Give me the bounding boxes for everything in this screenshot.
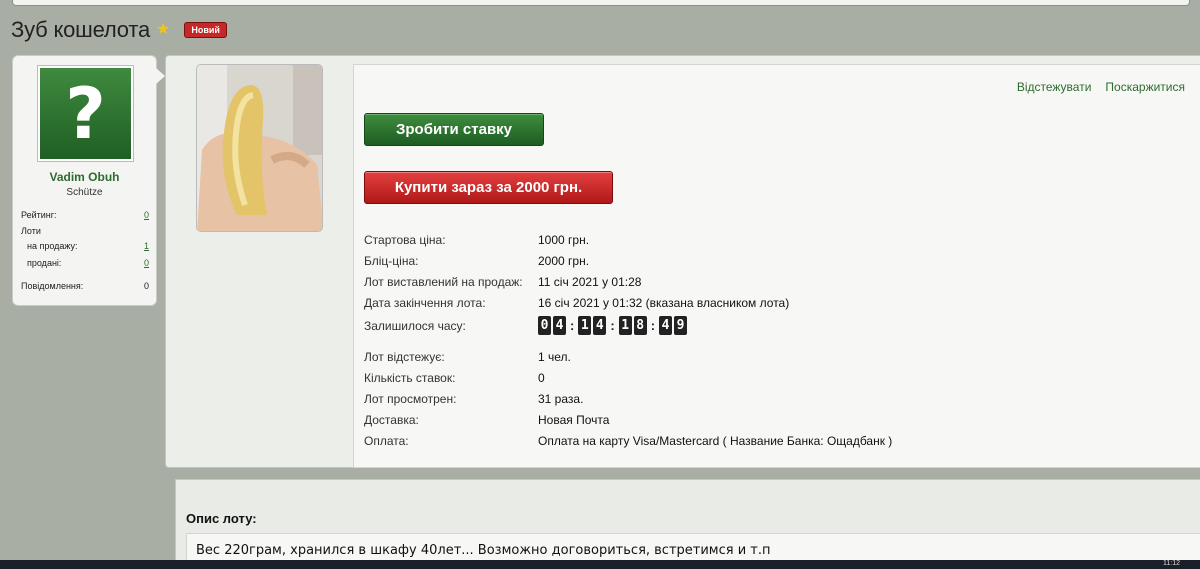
question-mark-icon: ? [40,68,131,159]
lot-actions: Відстежувати Поскаржитися [1017,80,1185,94]
info-views: Лот просмотрен: 31 раза. [364,392,584,406]
info-bid-count: Кількість ставок: 0 [364,371,545,385]
lot-photo[interactable] [196,64,323,232]
description-title: Опис лоту: [186,511,257,526]
new-badge: Новий [184,22,227,38]
lot-details: Відстежувати Поскаржитися Зробити ставку… [353,64,1200,468]
info-blitz-price: Бліц-ціна: 2000 грн. [364,254,590,268]
countdown-timer: 0 4 : 1 4 : 1 8 : 4 9 [538,316,688,335]
title-row: Зуб кошелота ★ Новий [11,17,227,43]
star-icon[interactable]: ★ [156,19,170,39]
top-bar-remnant [12,0,1190,6]
buy-now-button[interactable]: Купити зараз за 2000 грн. [364,171,613,204]
page-title: Зуб кошелота [11,17,151,42]
sold-link[interactable]: 0 [144,258,149,268]
seller-card: ? Vadim Obuh Schütze Рейтинг: 0 Лоти на … [12,55,165,306]
info-listed-date: Лот виставлений на продаж: 11 січ 2021 у… [364,275,642,289]
stat-messages: Повідомлення: 0 [21,281,149,291]
seller-rank: Schütze [66,187,103,198]
info-start-price: Стартова ціна: 1000 грн. [364,233,590,247]
info-end-date: Дата закінчення лота: 16 січ 2021 у 01:3… [364,296,790,310]
info-delivery: Доставка: Новая Почта [364,413,610,427]
description-panel: Опис лоту: Вес 220грам, хранился в шкафу… [175,479,1200,569]
stat-rating: Рейтинг: 0 [21,210,149,220]
rating-link[interactable]: 0 [144,210,149,220]
stat-sold: продані: 0 [27,258,149,268]
watch-link[interactable]: Відстежувати [1017,80,1092,94]
seller-name[interactable]: Vadim Obuh [13,170,156,184]
description-text: Вес 220грам, хранился в шкафу 40лет... В… [196,543,771,558]
os-taskbar: 11:12 [0,560,1200,569]
stat-on-sale: на продажу: 1 [27,241,149,251]
taskbar-clock: 11:12 [1163,560,1180,567]
place-bid-button[interactable]: Зробити ставку [364,113,544,146]
info-watchers: Лот відстежує: 1 чел. [364,350,571,364]
info-time-left: Залишилося часу: 0 4 : 1 4 : 1 8 : 4 9 [364,316,688,335]
on-sale-link[interactable]: 1 [144,241,149,251]
stat-lots: Лоти [21,226,41,236]
avatar[interactable]: ? [37,65,134,162]
report-link[interactable]: Поскаржитися [1105,80,1185,94]
info-payment: Оплата: Оплата на карту Visa/Mastercard … [364,434,893,448]
